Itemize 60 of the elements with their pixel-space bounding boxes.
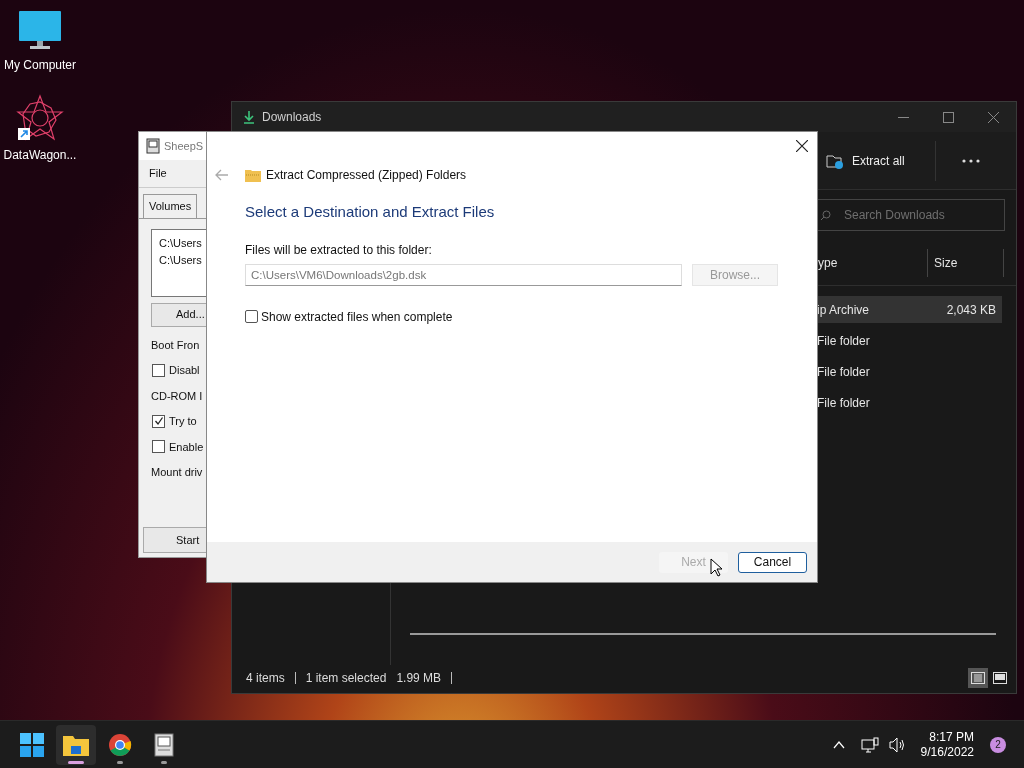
checkbox[interactable] [152,414,165,428]
starburst-icon [16,94,64,142]
more-icon[interactable] [961,158,980,163]
destination-field[interactable]: C:\Users\VM6\Downloads\2gb.dsk [245,263,682,286]
option-label: Boot Fron [151,337,201,353]
option-label: Mount driv [151,465,204,480]
volume-list[interactable]: C:\Users C:\Users [151,228,209,297]
close-icon[interactable] [796,140,808,152]
zipped-folder-icon [245,168,261,182]
dialog-heading: Select a Destination and Extract Files [245,202,496,222]
checkbox[interactable] [152,440,165,454]
maximize-icon[interactable] [943,111,954,123]
cursor-icon [710,558,722,577]
icon-label[interactable]: My Computer [4,56,76,74]
notification-badge[interactable]: 2 [990,736,1006,753]
extract-all-button[interactable]: Extract all [852,151,905,170]
type-cell-text: ip Archive [817,301,871,319]
checkbox[interactable] [152,363,165,377]
checkbox-label: Disabl [169,363,200,378]
download-icon [242,110,256,124]
option-label: CD-ROM I [151,388,204,404]
type-cell-text: File folder [817,332,871,350]
monitor-icon [18,10,62,52]
search-icon [820,210,831,221]
windows-icon [20,732,44,757]
selection-size: 1.99 MB [396,670,442,687]
icon-label[interactable]: DataWagon... [3,146,77,164]
network-icon[interactable] [860,736,879,753]
browser-icon [108,732,132,757]
cancel-button[interactable]: Cancel [738,551,807,573]
item-count: 4 items [246,670,285,687]
column-header[interactable]: ype [818,253,838,272]
field-label: Files will be extracted to this folder: [245,241,433,259]
window-title: Downloads [262,109,322,126]
clock[interactable]: 8:17 PM 9/16/2022 [920,729,974,760]
add-button[interactable]: Add... [151,302,209,327]
mac-icon [146,138,160,154]
extract-folder-icon [826,152,844,169]
details-view-button[interactable] [968,668,988,688]
speaker-icon[interactable] [888,736,907,753]
dialog-title: Extract Compressed (Zipped) Folders [266,167,467,184]
start-button[interactable]: Start [143,527,209,553]
checkbox[interactable] [245,310,258,323]
taskbar-app[interactable] [56,724,96,765]
checkbox-label: Try to [169,414,197,429]
volume-path[interactable]: C:\Users [159,251,208,269]
menu-item[interactable]: File [149,165,167,182]
folder-icon [63,733,89,756]
type-cell-text: File folder [817,363,871,381]
tab[interactable]: Volumes [143,194,198,218]
window-title: SheepS [164,138,204,154]
volume-path[interactable]: C:\Users [159,234,208,252]
checkbox-label: Show extracted files when complete [261,308,453,326]
chevron-up-icon[interactable] [832,740,845,749]
column-header[interactable]: Size [934,253,958,272]
checkbox-label: Enable [169,439,204,455]
size-cell-text: 2,043 KB [946,301,997,319]
classic-computer-icon [154,732,174,757]
type-cell-text: File folder [817,394,871,412]
selection-count: 1 item selected [305,670,387,687]
